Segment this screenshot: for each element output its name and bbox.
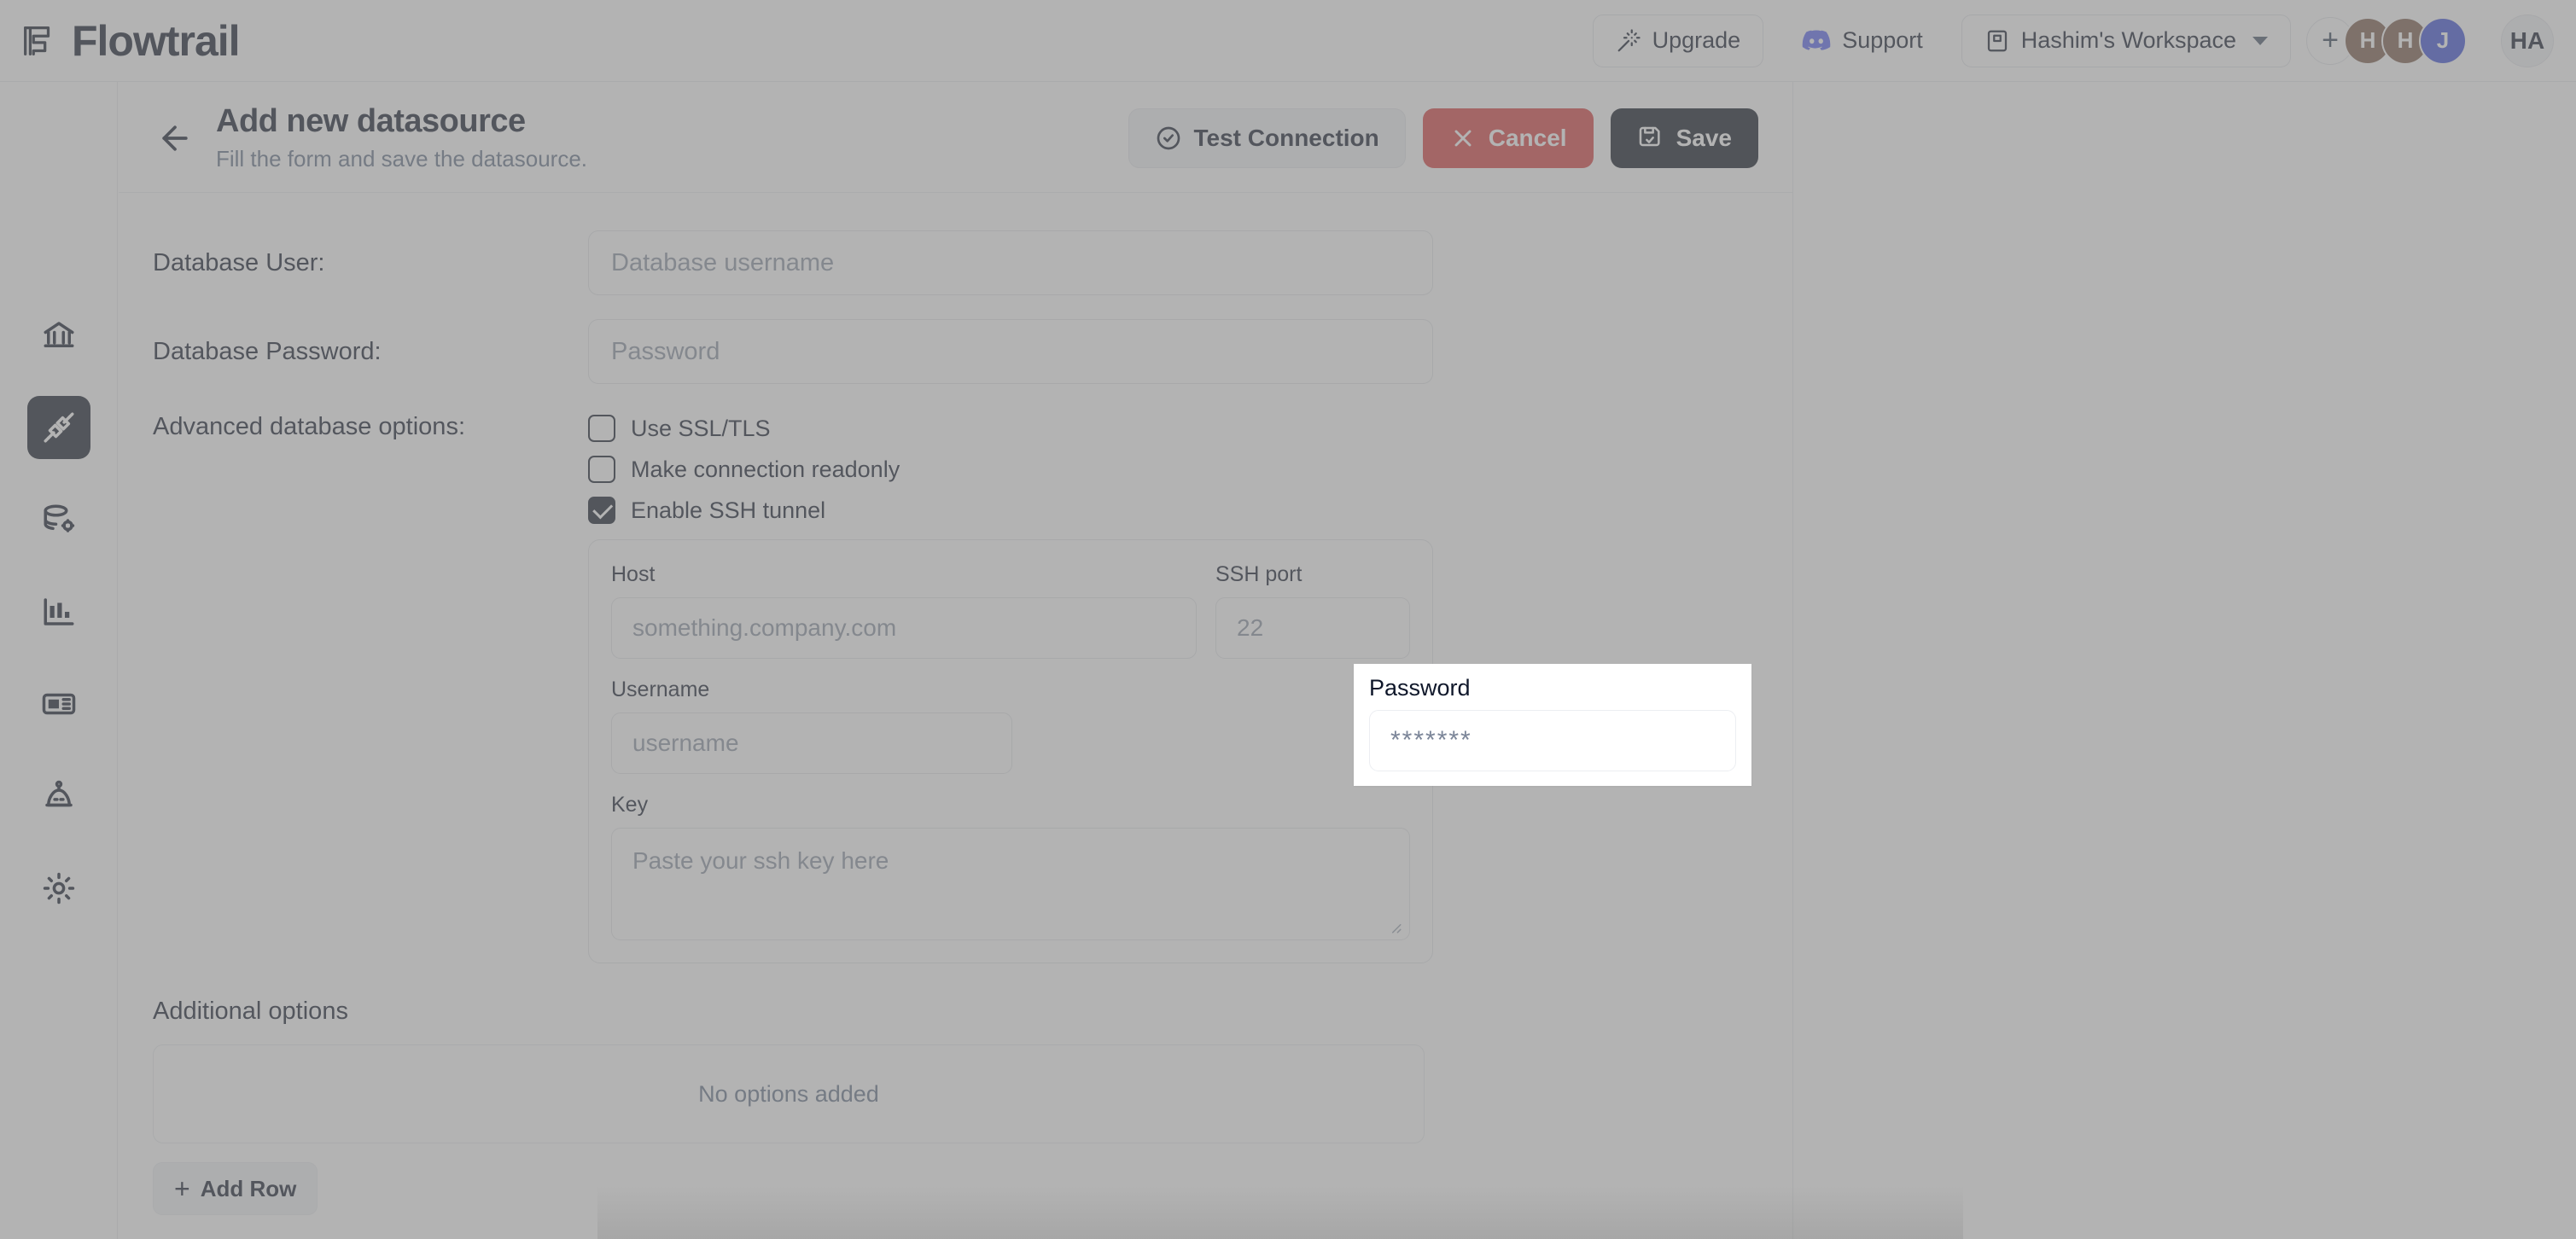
checkbox-label: Enable SSH tunnel: [631, 497, 826, 523]
robot-ai-icon: [44, 780, 73, 807]
back-button[interactable]: [153, 116, 197, 160]
workspace-icon: [1984, 28, 2010, 54]
plug-connection-icon: [44, 412, 73, 443]
member-avatars: + H H J: [2306, 16, 2467, 65]
check-circle-icon: [1157, 126, 1180, 149]
right-pane: [1793, 82, 2576, 1239]
ssh-key-placeholder: Paste your ssh key here: [632, 847, 889, 874]
workspace-switcher[interactable]: Hashim's Workspace: [1961, 14, 2291, 67]
app-root: Flowtrail Upgrade Support Hashim's Works…: [0, 0, 2576, 1239]
database-password-label: Database Password:: [153, 338, 382, 365]
sidebar-item-dashboards[interactable]: [27, 672, 90, 736]
checkbox-box[interactable]: [588, 456, 615, 483]
field-row-database-user: Database User: Database username: [153, 230, 1758, 295]
sidebar-item-home[interactable]: [27, 304, 90, 367]
ssh-password-label: Password: [1369, 675, 1471, 701]
test-connection-button[interactable]: Test Connection: [1128, 108, 1406, 168]
ssh-username-label: Username: [611, 678, 710, 701]
checkbox-use-ssl-tls[interactable]: Use SSL/TLS: [588, 415, 900, 442]
ssh-host-input[interactable]: something.company.com: [611, 597, 1197, 659]
ssh-port-group: SSH port 22: [1215, 562, 1410, 659]
ssh-port-input[interactable]: 22: [1215, 597, 1410, 659]
advanced-options-checkboxes: Use SSL/TLS Make connection readonly Ena…: [588, 408, 900, 524]
plus-icon: +: [174, 1173, 190, 1204]
checkbox-label: Make connection readonly: [631, 456, 900, 482]
workspace-label: Hashim's Workspace: [2020, 27, 2236, 53]
upgrade-button[interactable]: Upgrade: [1592, 14, 1764, 67]
checkbox-box[interactable]: [588, 497, 615, 524]
arrow-left-icon: [162, 125, 188, 151]
save-label: Save: [1676, 124, 1732, 151]
brand[interactable]: Flowtrail: [19, 16, 241, 65]
additional-options-empty-state: No options added: [153, 1044, 1425, 1143]
ssh-password-popup: Password *******: [1354, 664, 1751, 786]
support-button[interactable]: Support: [1779, 15, 1946, 67]
resize-grip-icon: [1391, 923, 1402, 934]
ssh-host-label: Host: [611, 562, 656, 586]
advanced-options-label: Advanced database options:: [153, 413, 465, 440]
page-title: Add new datasource: [216, 103, 526, 140]
content-pane: Add new datasource Fill the form and sav…: [119, 82, 1793, 1239]
test-connection-label: Test Connection: [1193, 124, 1379, 151]
sidebar-nav: [0, 82, 118, 1239]
checkbox-label: Use SSL/TLS: [631, 415, 771, 441]
page-heading-group: Add new datasource Fill the form and sav…: [216, 103, 587, 172]
top-bar: Flowtrail Upgrade Support Hashim's Works…: [0, 0, 2576, 82]
ssh-host-group: Host something.company.com: [611, 562, 1197, 659]
ssh-port-label: SSH port: [1215, 562, 1303, 586]
chevron-down-icon: [2253, 36, 2268, 45]
sidebar-item-analytics[interactable]: [27, 580, 90, 643]
field-row-database-password: Database Password: Password: [153, 319, 1758, 384]
upgrade-label: Upgrade: [1652, 27, 1741, 53]
ssh-host-port-row: Host something.company.com SSH port 22: [611, 562, 1410, 659]
support-label: Support: [1842, 27, 1923, 53]
checkbox-enable-ssh-tunnel[interactable]: Enable SSH tunnel: [588, 497, 900, 524]
top-bar-actions: Upgrade Support Hashim's Workspace + H H…: [1592, 14, 2554, 67]
discord-icon: [1802, 26, 1831, 55]
save-button[interactable]: Save: [1610, 108, 1758, 168]
magic-wand-icon: [1616, 28, 1641, 54]
ssh-username-input[interactable]: username: [611, 713, 1012, 774]
bank-home-icon: [44, 322, 73, 347]
cancel-button[interactable]: Cancel: [1422, 108, 1594, 168]
avatar[interactable]: J: [2419, 16, 2467, 65]
dashboard-card-icon: [42, 693, 75, 715]
database-password-input[interactable]: Password: [588, 319, 1433, 384]
ssh-username-group: Username username: [611, 678, 1410, 774]
add-row-label: Add Row: [200, 1175, 297, 1201]
additional-options-title: Additional options: [153, 998, 348, 1025]
brand-name: Flowtrail: [72, 16, 241, 65]
field-row-advanced-options: Advanced database options: Use SSL/TLS M…: [153, 408, 1758, 524]
account-avatar[interactable]: HA: [2501, 14, 2554, 67]
sidebar-item-database-settings[interactable]: [27, 488, 90, 551]
bar-chart-icon: [44, 598, 73, 625]
close-x-icon: [1454, 130, 1472, 146]
flowtrail-logo-icon: [19, 21, 58, 61]
database-user-input[interactable]: Database username: [588, 230, 1433, 295]
ssh-key-label: Key: [611, 793, 649, 817]
sidebar-item-datasources[interactable]: [26, 396, 90, 459]
sidebar-item-ai-assistant[interactable]: [27, 765, 90, 828]
page-header: Add new datasource Fill the form and sav…: [119, 82, 1792, 193]
ssh-tunnel-panel: Host something.company.com SSH port 22 U…: [588, 539, 1433, 963]
ssh-password-input[interactable]: *******: [1369, 709, 1736, 771]
database-settings-icon: [44, 504, 74, 532]
checkbox-make-connection-readonly[interactable]: Make connection readonly: [588, 456, 900, 483]
sidebar-item-settings[interactable]: [27, 857, 90, 920]
save-disk-icon: [1639, 126, 1660, 146]
page-actions: Test Connection Cancel Save: [1128, 108, 1758, 168]
page-subtitle: Fill the form and save the datasource.: [216, 145, 588, 172]
database-user-label: Database User:: [153, 249, 325, 276]
ssh-key-group: Key Paste your ssh key here: [611, 793, 1410, 940]
add-row-button[interactable]: + Add Row: [153, 1162, 318, 1215]
checkbox-box[interactable]: [588, 415, 615, 442]
gear-settings-icon: [43, 872, 74, 905]
cancel-label: Cancel: [1488, 124, 1567, 151]
ssh-key-textarea[interactable]: Paste your ssh key here: [611, 828, 1410, 940]
